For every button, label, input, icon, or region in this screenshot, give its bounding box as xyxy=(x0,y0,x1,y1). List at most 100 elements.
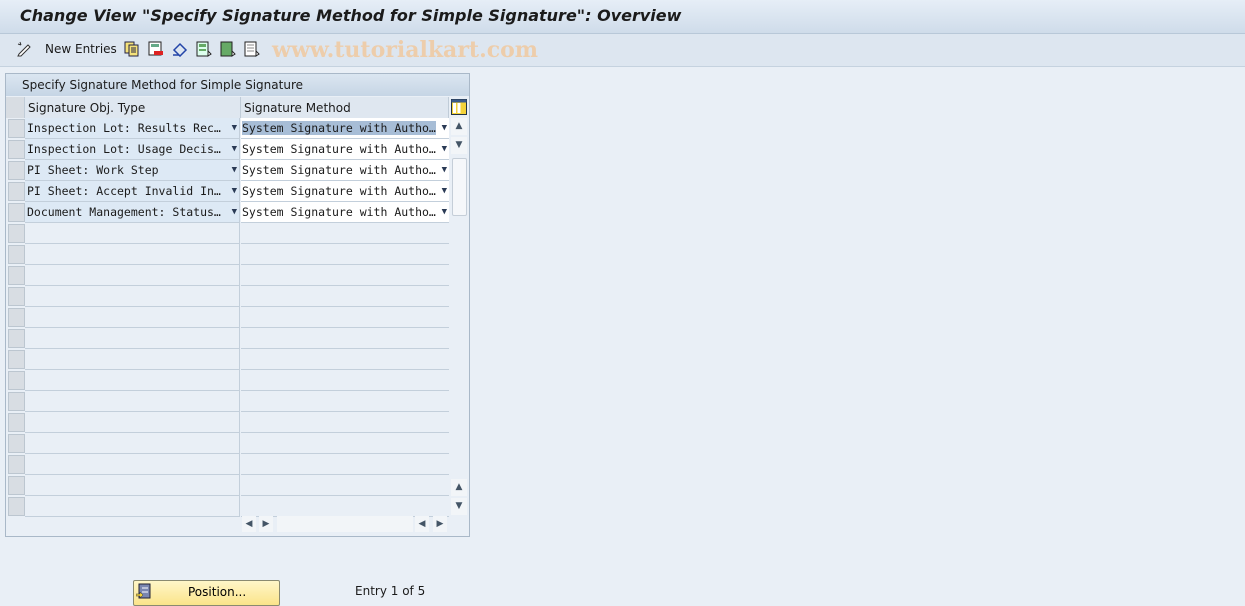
empty-cell[interactable] xyxy=(25,349,240,370)
row-selector[interactable] xyxy=(8,245,25,264)
scroll-up-bottom-button[interactable]: ▲ xyxy=(451,479,467,496)
empty-cell[interactable] xyxy=(25,454,240,475)
scroll-down-bottom-button[interactable]: ▼ xyxy=(451,498,467,515)
empty-cell[interactable] xyxy=(25,391,240,412)
new-entries-button[interactable]: New Entries xyxy=(45,42,117,56)
dropdown-icon[interactable]: ▼ xyxy=(442,139,447,159)
cell-text: System Signature with Autho… xyxy=(242,121,436,135)
empty-cell[interactable] xyxy=(241,265,449,286)
cell-text: PI Sheet: Accept Invalid In… xyxy=(27,184,221,198)
edit-pencil-icon[interactable] xyxy=(16,41,32,57)
empty-cell[interactable] xyxy=(25,223,240,244)
empty-cell[interactable] xyxy=(25,265,240,286)
empty-cell[interactable] xyxy=(25,286,240,307)
watermark: www.tutorialkart.com xyxy=(272,37,539,63)
scroll-left-end-button[interactable]: ◀ xyxy=(415,516,429,532)
empty-cell[interactable] xyxy=(241,286,449,307)
scroll-left-button[interactable]: ◀ xyxy=(242,516,256,532)
empty-cell[interactable] xyxy=(241,454,449,475)
empty-cell[interactable] xyxy=(25,244,240,265)
signature-obj-type-cell[interactable]: PI Sheet: Accept Invalid In… ▼ xyxy=(25,181,240,202)
signature-obj-type-cell[interactable]: Document Management: Status… ▼ xyxy=(25,202,240,223)
scroll-right-end-button[interactable]: ▶ xyxy=(433,516,447,532)
row-selector[interactable] xyxy=(8,497,25,516)
signature-method-cell[interactable]: System Signature with Autho… ▼ xyxy=(241,160,449,181)
column-settings-icon[interactable] xyxy=(451,99,467,115)
undo-icon[interactable] xyxy=(172,41,188,57)
row-selector[interactable] xyxy=(8,266,25,285)
signature-method-table: Specify Signature Method for Simple Sign… xyxy=(5,73,470,537)
empty-cell[interactable] xyxy=(241,223,449,244)
cell-text: Inspection Lot: Usage Decis… xyxy=(27,142,221,156)
signature-obj-type-cell[interactable]: PI Sheet: Work Step ▼ xyxy=(25,160,240,181)
deselect-all-icon[interactable] xyxy=(244,41,260,57)
signature-method-cell[interactable]: System Signature with Autho… ▼ xyxy=(241,139,449,160)
empty-cell[interactable] xyxy=(241,349,449,370)
dropdown-icon[interactable]: ▼ xyxy=(442,118,447,138)
row-selector[interactable] xyxy=(8,140,25,159)
cell-text: System Signature with Autho… xyxy=(242,142,436,156)
scroll-up-button[interactable]: ▲ xyxy=(451,118,467,135)
empty-cell[interactable] xyxy=(241,433,449,454)
empty-cell[interactable] xyxy=(25,475,240,496)
row-selector[interactable] xyxy=(8,434,25,453)
dropdown-icon[interactable]: ▼ xyxy=(442,202,447,222)
dropdown-icon[interactable]: ▼ xyxy=(232,160,237,180)
empty-cell[interactable] xyxy=(241,328,449,349)
empty-cell[interactable] xyxy=(241,370,449,391)
signature-method-cell[interactable]: System Signature with Autho… ▼ xyxy=(241,181,449,202)
select-block-icon[interactable] xyxy=(220,41,236,57)
row-selector[interactable] xyxy=(8,371,25,390)
position-button[interactable]: Position... xyxy=(133,580,280,606)
row-selector[interactable] xyxy=(8,182,25,201)
row-selector[interactable] xyxy=(8,413,25,432)
row-selector[interactable] xyxy=(8,308,25,327)
empty-cell[interactable] xyxy=(241,307,449,328)
empty-cell[interactable] xyxy=(241,496,449,517)
scroll-down-button[interactable]: ▼ xyxy=(451,137,467,154)
signature-obj-type-cell[interactable]: Inspection Lot: Results Rec… ▼ xyxy=(25,118,240,139)
empty-cell[interactable] xyxy=(25,496,240,517)
empty-cell[interactable] xyxy=(25,433,240,454)
empty-cell[interactable] xyxy=(25,328,240,349)
row-selector[interactable] xyxy=(8,455,25,474)
row-selector[interactable] xyxy=(8,350,25,369)
row-selector[interactable] xyxy=(8,392,25,411)
cell-text: System Signature with Autho… xyxy=(242,205,436,219)
column-header-signature-obj-type[interactable]: Signature Obj. Type xyxy=(25,97,241,118)
table-title: Specify Signature Method for Simple Sign… xyxy=(22,78,303,92)
dropdown-icon[interactable]: ▼ xyxy=(442,160,447,180)
empty-cell[interactable] xyxy=(25,412,240,433)
row-selector[interactable] xyxy=(8,329,25,348)
row-selector[interactable] xyxy=(8,119,25,138)
scroll-right-button[interactable]: ▶ xyxy=(259,516,273,532)
empty-cell[interactable] xyxy=(241,412,449,433)
dropdown-icon[interactable]: ▼ xyxy=(442,181,447,201)
select-all-icon[interactable] xyxy=(196,41,212,57)
scroll-thumb[interactable] xyxy=(452,158,467,216)
cell-text: Inspection Lot: Results Rec… xyxy=(27,121,221,135)
row-selector[interactable] xyxy=(8,287,25,306)
row-selector[interactable] xyxy=(8,224,25,243)
row-selector[interactable] xyxy=(8,161,25,180)
signature-method-cell[interactable]: System Signature with Autho… ▼ xyxy=(241,202,449,223)
select-all-rows-button[interactable] xyxy=(6,97,25,118)
horizontal-scrollbar[interactable] xyxy=(277,516,413,532)
empty-cell[interactable] xyxy=(241,475,449,496)
empty-cell[interactable] xyxy=(25,307,240,328)
row-selector[interactable] xyxy=(8,476,25,495)
empty-cell[interactable] xyxy=(241,391,449,412)
column-header-signature-method[interactable]: Signature Method xyxy=(241,97,449,118)
empty-cell[interactable] xyxy=(241,244,449,265)
dropdown-icon[interactable]: ▼ xyxy=(232,139,237,159)
dropdown-icon[interactable]: ▼ xyxy=(232,202,237,222)
row-selector[interactable] xyxy=(8,203,25,222)
vertical-scrollbar[interactable]: ▲ ▼ ▲ ▼ xyxy=(451,118,468,515)
signature-method-cell[interactable]: System Signature with Autho… ▼ xyxy=(241,118,449,139)
delete-icon[interactable] xyxy=(148,41,164,57)
signature-obj-type-cell[interactable]: Inspection Lot: Usage Decis… ▼ xyxy=(25,139,240,160)
copy-icon[interactable] xyxy=(124,41,140,57)
dropdown-icon[interactable]: ▼ xyxy=(232,181,237,201)
dropdown-icon[interactable]: ▼ xyxy=(232,118,237,138)
empty-cell[interactable] xyxy=(25,370,240,391)
